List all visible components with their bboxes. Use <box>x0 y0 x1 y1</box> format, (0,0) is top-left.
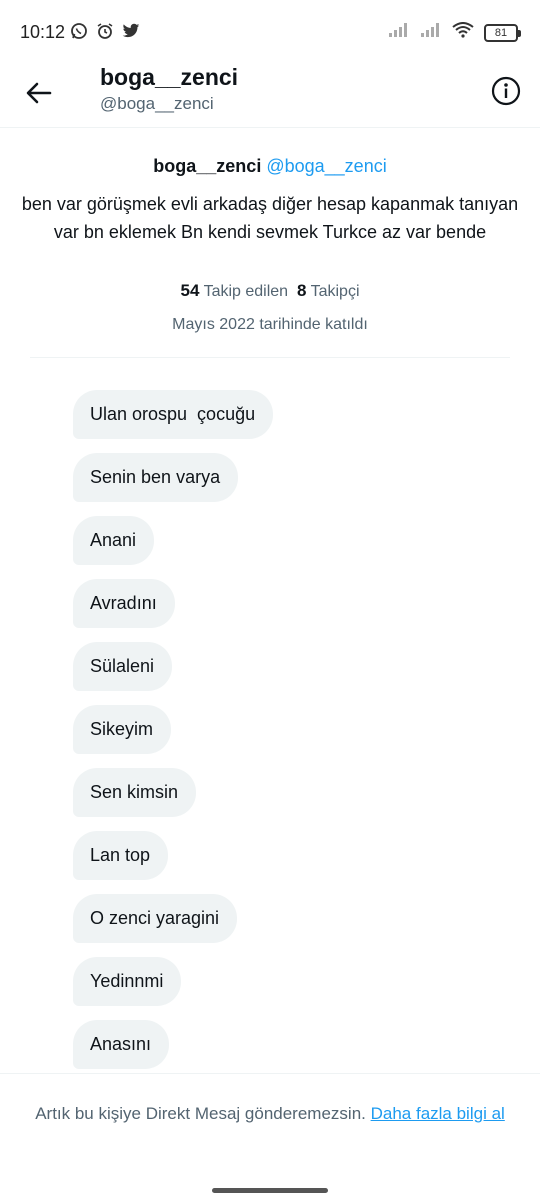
message-bubble[interactable]: O zenci yaragini <box>73 894 238 943</box>
status-time: 10:12 <box>20 22 66 42</box>
following-stat[interactable]: 54 Takip edilen <box>180 281 289 300</box>
alarm-icon <box>96 22 114 45</box>
status-notification-icons <box>70 22 140 45</box>
followers-label: Takipçi <box>310 283 360 300</box>
dm-disabled-text: Artık bu kişiye Direkt Mesaj gönderemezs… <box>35 1104 366 1123</box>
battery-icon: 81 <box>484 23 521 42</box>
profile-stats: 54 Takip edilen 8 Takipçi <box>0 281 540 301</box>
message-bubble[interactable]: Sülaleni <box>73 642 173 691</box>
message-bubble[interactable]: Yedinnmi <box>73 957 182 1006</box>
wifi-icon <box>452 22 474 43</box>
followers-count: 8 <box>296 281 307 300</box>
dm-disabled-notice: Artık bu kişiye Direkt Mesaj gönderemezs… <box>20 1100 520 1127</box>
home-indicator[interactable] <box>212 1188 328 1193</box>
profile-summary: boga__zenci @boga__zenci ben var görüşme… <box>0 128 540 358</box>
message-bubble[interactable]: Ulan orospu çocuğu <box>73 390 274 439</box>
profile-name-line: boga__zenci @boga__zenci <box>0 156 540 177</box>
status-system-icons: 81 <box>388 22 521 43</box>
profile-bio: ben var görüşmek evli arkadaş diğer hesa… <box>21 194 519 242</box>
message-bubble[interactable]: Senin ben varya <box>73 453 239 502</box>
message-bubble[interactable]: Anasını <box>73 1020 170 1069</box>
back-button[interactable] <box>22 76 56 110</box>
following-count: 54 <box>180 281 200 300</box>
learn-more-link[interactable]: Daha fazla bilgi al <box>371 1104 505 1123</box>
dm-disabled-footer: Artık bu kişiye Direkt Mesaj gönderemezs… <box>0 1073 540 1200</box>
message-list: Ulan orospu çocuğu Senin ben varya Anani… <box>73 390 513 1083</box>
header-display-name[interactable]: boga__zenci <box>100 64 238 91</box>
message-bubble[interactable]: Lan top <box>73 831 169 880</box>
info-icon <box>491 76 521 106</box>
message-bubble[interactable]: Anani <box>73 516 155 565</box>
profile-joined-date: Mayıs 2022 tarihinde katıldı <box>172 316 368 333</box>
whatsapp-icon <box>70 22 88 45</box>
status-bar: 10:12 81 <box>0 0 540 62</box>
message-bubble[interactable]: Avradını <box>73 579 175 628</box>
message-bubble[interactable]: Sikeyim <box>73 705 172 754</box>
signal-icon <box>388 22 410 43</box>
conversation-header: boga__zenci @boga__zenci <box>0 62 540 128</box>
message-bubble[interactable]: Sen kimsin <box>73 768 197 817</box>
profile-display-name[interactable]: boga__zenci <box>153 156 261 176</box>
divider <box>30 357 510 358</box>
arrow-left-icon <box>26 82 52 104</box>
info-button[interactable] <box>489 74 523 108</box>
profile-handle[interactable]: @boga__zenci <box>266 156 386 176</box>
following-label: Takip edilen <box>203 283 289 300</box>
signal-icon <box>420 22 442 43</box>
header-handle: @boga__zenci <box>100 94 214 113</box>
followers-stat[interactable]: 8 Takipçi <box>296 281 360 300</box>
twitter-icon <box>122 23 140 44</box>
